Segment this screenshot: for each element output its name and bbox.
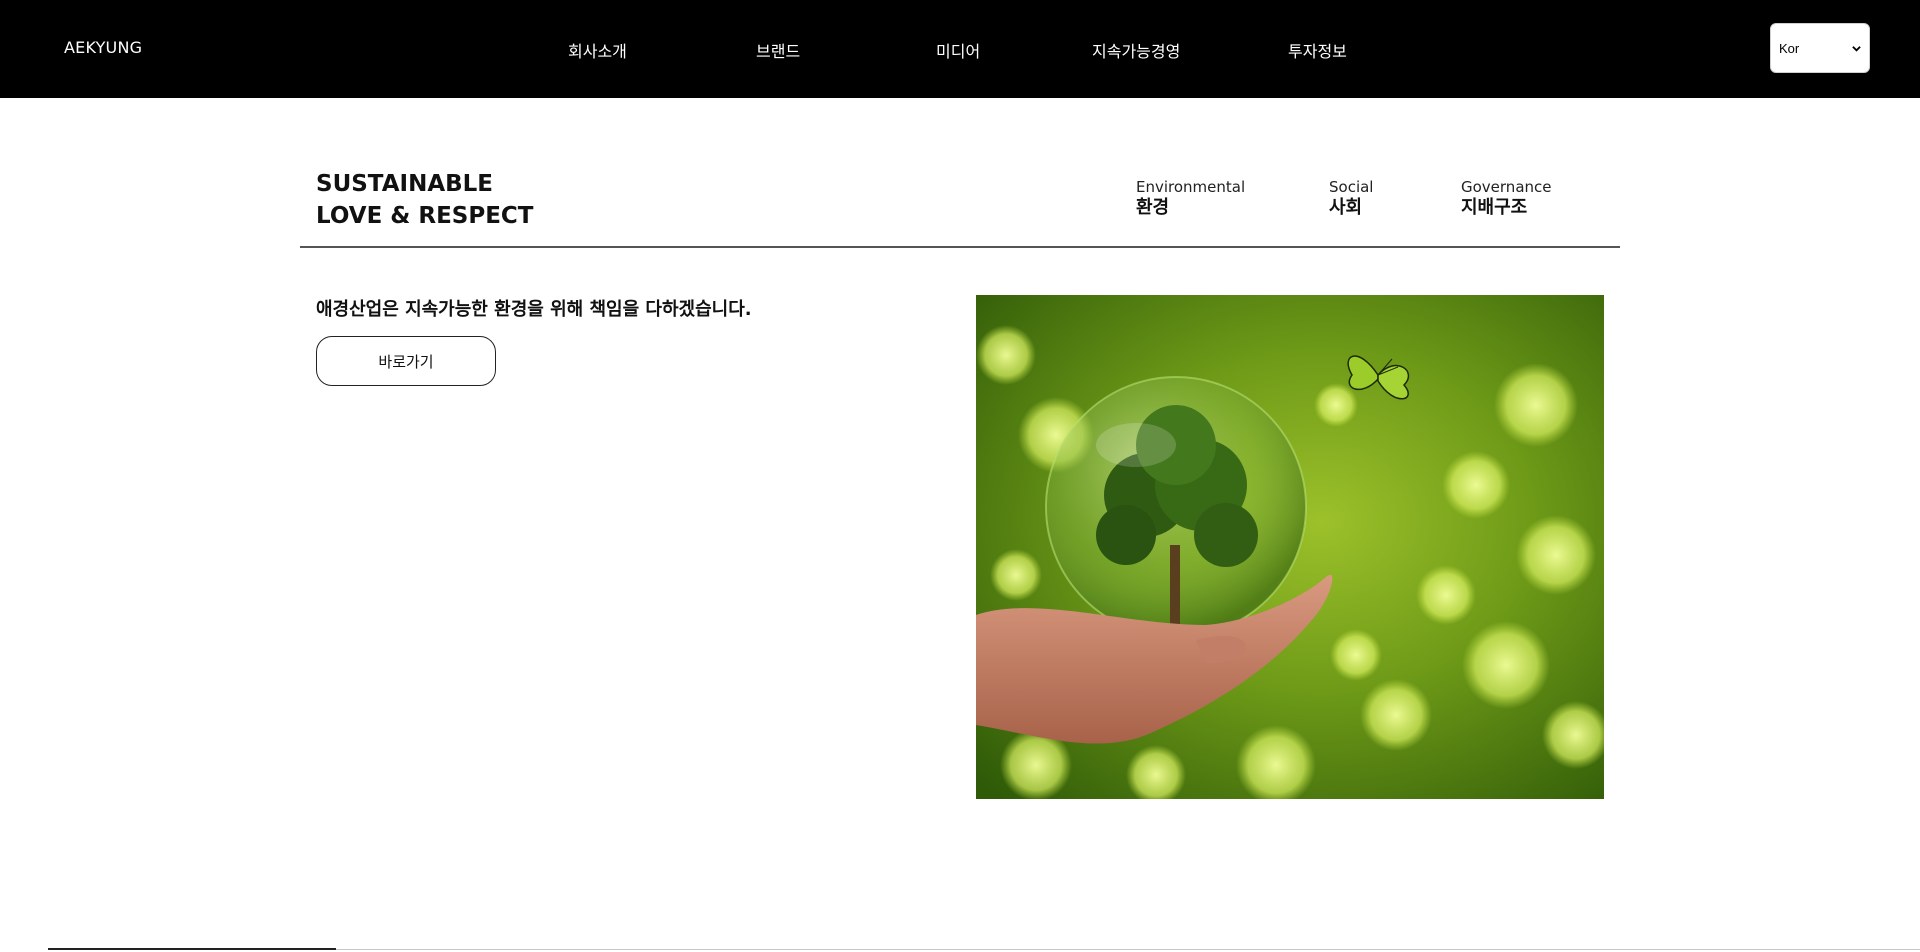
chevron-down-icon <box>1852 45 1861 52</box>
main-nav: 회사소개 브랜드 미디어 지속가능경영 투자정보 <box>0 38 1920 62</box>
nav-item-brand[interactable]: 브랜드 <box>756 38 800 62</box>
section-divider <box>300 246 1620 248</box>
tab-governance-ko: 지배구조 <box>1461 197 1528 218</box>
environment-photo <box>976 295 1604 799</box>
tab-social-ko: 사회 <box>1329 197 1363 218</box>
nav-item-company[interactable]: 회사소개 <box>568 38 627 62</box>
nav-item-investor[interactable]: 투자정보 <box>1288 38 1347 62</box>
tree-sphere <box>1045 376 1307 638</box>
language-select[interactable]: Kor <box>1770 23 1870 73</box>
bottom-progress-active <box>48 948 336 950</box>
go-button[interactable]: 바로가기 <box>316 336 496 386</box>
tab-environmental-en: Environmental <box>1136 178 1246 196</box>
headline-line-2: LOVE & RESPECT <box>316 203 534 229</box>
section-tagline: 애경산업은 지속가능한 환경을 위해 책임을 다하겠습니다. <box>316 299 752 320</box>
tab-governance[interactable]: Governance 지배구조 <box>1461 177 1552 219</box>
tab-governance-en: Governance <box>1461 178 1552 196</box>
bottom-progress-line <box>48 948 1920 950</box>
tab-social-en: Social <box>1329 178 1374 196</box>
hand-holding-globe-image <box>976 295 1604 799</box>
tab-environmental-ko: 환경 <box>1136 197 1170 218</box>
tab-social[interactable]: Social 사회 <box>1329 177 1373 219</box>
nav-item-sustainability[interactable]: 지속가능경영 <box>1092 38 1180 62</box>
section-headline: SUSTAINABLE LOVE & RESPECT <box>316 168 533 232</box>
nav-item-media[interactable]: 미디어 <box>936 38 980 62</box>
language-select-value: Kor <box>1779 40 1800 56</box>
headline-line-1: SUSTAINABLE <box>316 171 494 197</box>
tab-environmental[interactable]: Environmental 환경 <box>1136 177 1245 219</box>
top-navigation-bar: AEKYUNG 회사소개 브랜드 미디어 지속가능경영 투자정보 Kor <box>0 0 1920 98</box>
sustainability-section: SUSTAINABLE LOVE & RESPECT Environmental… <box>0 98 1920 952</box>
